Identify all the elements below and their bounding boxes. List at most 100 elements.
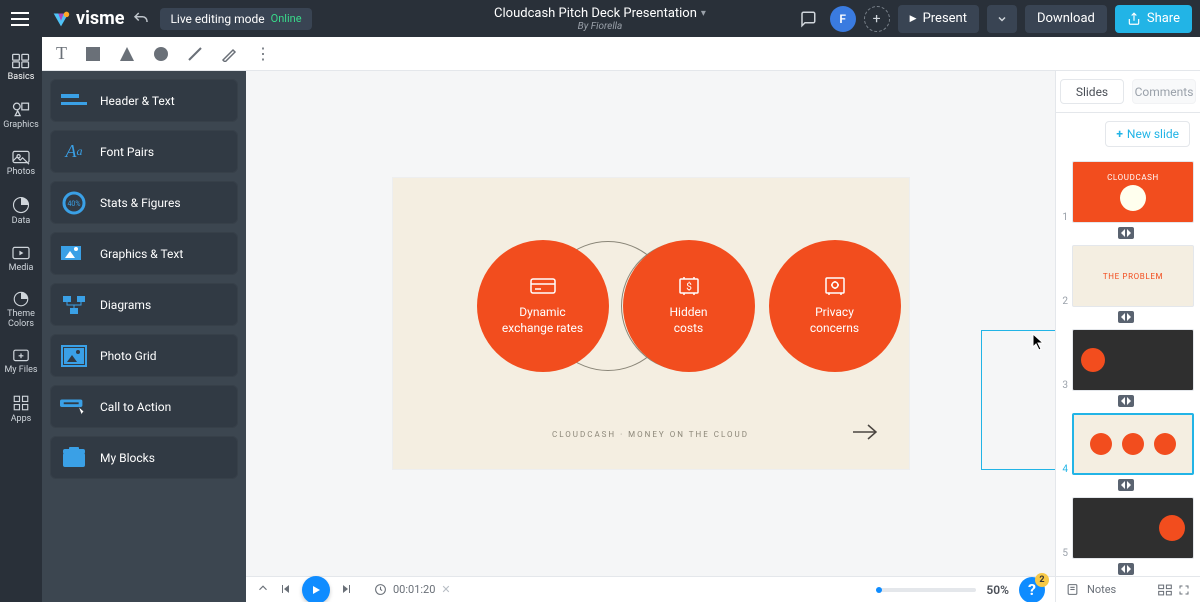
category-graphics-text[interactable]: Graphics & Text bbox=[50, 232, 238, 275]
category-call-to-action[interactable]: Call to Action bbox=[50, 385, 238, 428]
plus-icon: + bbox=[1116, 127, 1123, 141]
transition-button-3[interactable] bbox=[1118, 395, 1134, 407]
thumb-num-3: 3 bbox=[1058, 380, 1068, 391]
circle-tool[interactable] bbox=[153, 46, 169, 62]
square-tool[interactable] bbox=[85, 46, 101, 62]
photo-grid-icon bbox=[60, 342, 88, 370]
thumb-num-2: 2 bbox=[1058, 296, 1068, 307]
category-diagrams[interactable]: Diagrams bbox=[50, 283, 238, 326]
transition-button-1[interactable] bbox=[1118, 227, 1134, 239]
slide-thumb-3[interactable] bbox=[1072, 329, 1194, 391]
editing-status: Online bbox=[271, 12, 302, 25]
present-label: Present bbox=[923, 11, 967, 26]
notes-bar[interactable]: Notes bbox=[1055, 576, 1200, 602]
clock-icon bbox=[374, 583, 387, 596]
help-button[interactable]: ? 2 bbox=[1019, 577, 1045, 602]
transition-button-5[interactable] bbox=[1118, 563, 1134, 575]
my-blocks-icon bbox=[60, 444, 88, 472]
font-pairs-icon: Aa bbox=[60, 138, 88, 166]
right-panel: Slides Comments + New slide 1 CLOUDCASH bbox=[1055, 71, 1200, 602]
line-tool[interactable] bbox=[187, 46, 203, 62]
basics-toolbar: T ⋮ bbox=[42, 37, 1200, 71]
header-text-icon bbox=[60, 87, 88, 115]
tab-comments[interactable]: Comments bbox=[1132, 79, 1196, 104]
share-label: Share bbox=[1147, 11, 1180, 26]
basics-category-panel: Header & Text Aa Font Pairs 40% Stats & … bbox=[42, 71, 246, 602]
doc-title: Cloudcash Pitch Deck Presentation bbox=[494, 6, 697, 21]
cursor-icon bbox=[1032, 333, 1046, 355]
svg-text:$: $ bbox=[686, 280, 692, 293]
slide-thumbnails: 1 CLOUDCASH 2 THE PROBLEM bbox=[1056, 155, 1200, 602]
left-rail: Basics Graphics Photos Data Media Theme … bbox=[0, 37, 42, 602]
chevron-down-icon: ▾ bbox=[701, 8, 706, 19]
stats-figures-icon: 40% bbox=[60, 189, 88, 217]
current-slide[interactable]: Dynamic exchange rates $ Hidden costs Pr… bbox=[393, 178, 909, 469]
category-photo-grid[interactable]: Photo Grid bbox=[50, 334, 238, 377]
card-icon bbox=[529, 275, 557, 297]
doc-title-block[interactable]: Cloudcash Pitch Deck Presentation ▾ By Fi… bbox=[494, 6, 706, 32]
slide-thumb-1[interactable]: CLOUDCASH bbox=[1072, 161, 1194, 223]
grid-view-icon[interactable] bbox=[1158, 584, 1172, 596]
transition-button-2[interactable] bbox=[1118, 311, 1134, 323]
editing-mode-pill[interactable]: Live editing mode Online bbox=[160, 8, 311, 30]
logo[interactable]: visme bbox=[50, 8, 124, 30]
slide-tagline[interactable]: CLOUDCASH · MONEY ON THE CLOUD bbox=[393, 430, 909, 439]
problem-circle-1[interactable]: Dynamic exchange rates bbox=[477, 240, 609, 372]
category-font-pairs[interactable]: Aa Font Pairs bbox=[50, 130, 238, 173]
transition-button-4[interactable] bbox=[1118, 479, 1134, 491]
zoom-slider[interactable] bbox=[876, 588, 976, 592]
svg-text:40%: 40% bbox=[68, 200, 81, 208]
problem-circle-2[interactable]: $ Hidden costs bbox=[623, 240, 755, 372]
share-icon bbox=[1127, 12, 1141, 26]
slide-thumb-5[interactable] bbox=[1072, 497, 1194, 559]
rail-media[interactable]: Media bbox=[0, 235, 42, 283]
skip-back-button[interactable] bbox=[280, 580, 292, 599]
diagrams-icon bbox=[60, 291, 88, 319]
share-button[interactable]: Share bbox=[1115, 5, 1192, 33]
present-options-button[interactable] bbox=[987, 5, 1017, 33]
editing-mode-label: Live editing mode bbox=[170, 12, 264, 26]
rail-data[interactable]: Data bbox=[0, 187, 42, 235]
category-my-blocks[interactable]: My Blocks bbox=[50, 436, 238, 479]
fullscreen-icon[interactable] bbox=[1178, 584, 1190, 596]
help-notification-count: 2 bbox=[1035, 573, 1049, 587]
play-icon: ▶ bbox=[910, 14, 917, 24]
add-collaborator-button[interactable]: + bbox=[864, 6, 890, 32]
canvas[interactable]: Dynamic exchange rates $ Hidden costs Pr… bbox=[246, 71, 1055, 576]
category-header-text[interactable]: Header & Text bbox=[50, 79, 238, 122]
next-arrow-icon[interactable] bbox=[853, 423, 879, 445]
graphics-text-icon bbox=[60, 240, 88, 268]
rail-theme-colors[interactable]: Theme Colors bbox=[0, 283, 42, 337]
bottom-expand-button[interactable] bbox=[256, 580, 270, 599]
rail-basics[interactable]: Basics bbox=[0, 43, 42, 91]
bottom-bar: 00:01:20 ✕ 50% ? 2 bbox=[246, 576, 1055, 602]
money-icon: $ bbox=[675, 275, 703, 297]
new-slide-button[interactable]: + New slide bbox=[1105, 121, 1190, 147]
avatar[interactable]: F bbox=[830, 6, 856, 32]
download-button[interactable]: Download bbox=[1025, 5, 1107, 33]
hamburger-menu[interactable] bbox=[0, 0, 40, 37]
zoom-value[interactable]: 50% bbox=[986, 583, 1009, 597]
rail-photos[interactable]: Photos bbox=[0, 139, 42, 187]
rail-my-files[interactable]: My Files bbox=[0, 337, 42, 385]
present-button[interactable]: ▶ Present bbox=[898, 5, 979, 33]
close-timeline-button[interactable]: ✕ bbox=[441, 583, 450, 596]
draw-tool[interactable] bbox=[221, 46, 237, 62]
slide-thumb-4[interactable] bbox=[1072, 413, 1194, 475]
play-button[interactable] bbox=[302, 576, 330, 602]
text-tool[interactable]: T bbox=[56, 43, 67, 64]
problem-circle-3[interactable]: Privacy concerns bbox=[769, 240, 901, 372]
selection-outline bbox=[981, 330, 1055, 470]
slide-thumb-2[interactable]: THE PROBLEM bbox=[1072, 245, 1194, 307]
comments-icon[interactable] bbox=[794, 5, 822, 33]
doc-byline: By Fiorella bbox=[494, 21, 706, 32]
tab-slides[interactable]: Slides bbox=[1060, 79, 1124, 104]
undo-button[interactable] bbox=[132, 10, 150, 28]
category-stats-figures[interactable]: 40% Stats & Figures bbox=[50, 181, 238, 224]
rail-apps[interactable]: Apps bbox=[0, 385, 42, 433]
rail-graphics[interactable]: Graphics bbox=[0, 91, 42, 139]
triangle-tool[interactable] bbox=[119, 46, 135, 62]
more-tools[interactable]: ⋮ bbox=[255, 44, 270, 63]
thumb-num-5: 5 bbox=[1058, 548, 1068, 559]
skip-forward-button[interactable] bbox=[340, 580, 352, 599]
